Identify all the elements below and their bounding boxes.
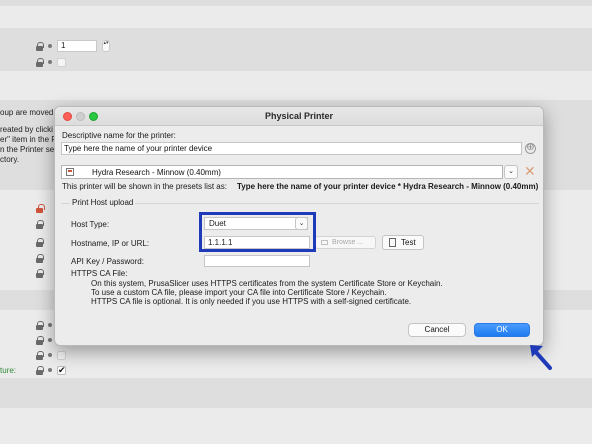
dot-icon[interactable] <box>48 368 52 372</box>
delete-preset-icon[interactable]: ✕ <box>524 164 536 178</box>
unlock-icon[interactable] <box>36 203 45 213</box>
bg-row-d <box>36 252 44 264</box>
presets-note-prefix: This printer will be shown in the preset… <box>62 182 227 191</box>
highlight-box <box>199 212 316 252</box>
dot-icon[interactable] <box>48 323 52 327</box>
preset-select-value: Hydra Research - Minnow (0.40mm) <box>92 168 221 177</box>
physical-printer-dialog: Physical Printer Descriptive name for th… <box>54 106 544 346</box>
bg-spin-input[interactable]: 1 <box>57 40 97 52</box>
presets-note-value: Type here the name of your printer devic… <box>237 182 539 191</box>
pointer-arrow-icon <box>530 345 552 370</box>
dot-icon[interactable] <box>48 60 52 64</box>
lock-icon[interactable] <box>36 57 44 67</box>
dialog-title: Physical Printer <box>264 111 334 121</box>
lock-icon[interactable] <box>36 320 44 330</box>
dot-icon[interactable] <box>48 44 52 48</box>
cancel-button[interactable]: Cancel <box>408 323 466 337</box>
lock-icon[interactable] <box>36 253 44 263</box>
bg-row-c <box>36 236 44 248</box>
bg-row-b <box>36 218 44 230</box>
browse-label: Browse ... <box>332 239 364 246</box>
dot-icon[interactable] <box>48 353 52 357</box>
bg-band-4 <box>0 378 592 408</box>
folder-icon <box>321 240 328 245</box>
preset-select[interactable]: Hydra Research - Minnow (0.40mm) <box>61 165 503 179</box>
lock-icon[interactable] <box>36 268 44 278</box>
lock-icon[interactable] <box>36 350 44 360</box>
bg-stepper[interactable]: ▴▾ <box>102 40 110 52</box>
bg-row-i: ✔ <box>36 364 66 376</box>
bg-row-e <box>36 267 44 279</box>
bg-row-check <box>36 56 66 68</box>
https-info: On this system, PrusaSlicer uses HTTPS c… <box>91 279 443 306</box>
https-info-line: To use a custom CA file, please import y… <box>91 288 387 297</box>
bg-row-h <box>36 349 66 361</box>
api-key-input[interactable] <box>204 255 310 267</box>
bg-text-1: oup are moved t <box>0 108 58 117</box>
lock-icon[interactable] <box>36 219 44 229</box>
printer-preset-icon <box>66 168 74 176</box>
lock-icon[interactable] <box>36 41 44 51</box>
bg-row-a <box>36 202 45 214</box>
bg-band-top <box>0 0 592 6</box>
bg-checkbox[interactable] <box>57 350 66 360</box>
chevron-down-icon[interactable]: ⌄ <box>504 165 518 179</box>
ok-button[interactable]: OK <box>474 323 530 337</box>
api-key-label: API Key / Password: <box>71 257 144 266</box>
https-info-line: On this system, PrusaSlicer uses HTTPS c… <box>91 279 443 288</box>
hostname-label: Hostname, IP or URL: <box>71 239 150 248</box>
bg-checkbox-checked[interactable]: ✔ <box>57 365 66 375</box>
https-info-line: HTTPS CA file is optional. It is only ne… <box>91 297 412 306</box>
test-button[interactable]: Test <box>382 235 424 250</box>
bg-checkbox[interactable] <box>57 57 66 67</box>
lock-icon[interactable] <box>36 335 44 345</box>
bg-text-5: ctory. <box>0 155 19 164</box>
descriptive-name-label: Descriptive name for the printer: <box>62 131 176 140</box>
browse-button[interactable]: Browse ... <box>315 236 376 249</box>
section-title: Print Host upload <box>70 198 136 207</box>
test-label: Test <box>401 238 416 247</box>
add-preset-icon[interactable]: ⊕ <box>525 143 536 154</box>
host-type-label: Host Type: <box>71 220 110 229</box>
lock-icon[interactable] <box>36 365 44 375</box>
lock-icon[interactable] <box>36 237 44 247</box>
test-icon <box>389 238 396 247</box>
titlebar: Physical Printer <box>55 107 543 126</box>
printer-name-input[interactable]: Type here the name of your printer devic… <box>61 142 522 155</box>
feature-label: ture: <box>0 366 17 375</box>
bg-row-spin: 1 ▴▾ <box>36 40 110 52</box>
dot-icon[interactable] <box>48 338 52 342</box>
https-ca-label: HTTPS CA File: <box>71 269 128 278</box>
